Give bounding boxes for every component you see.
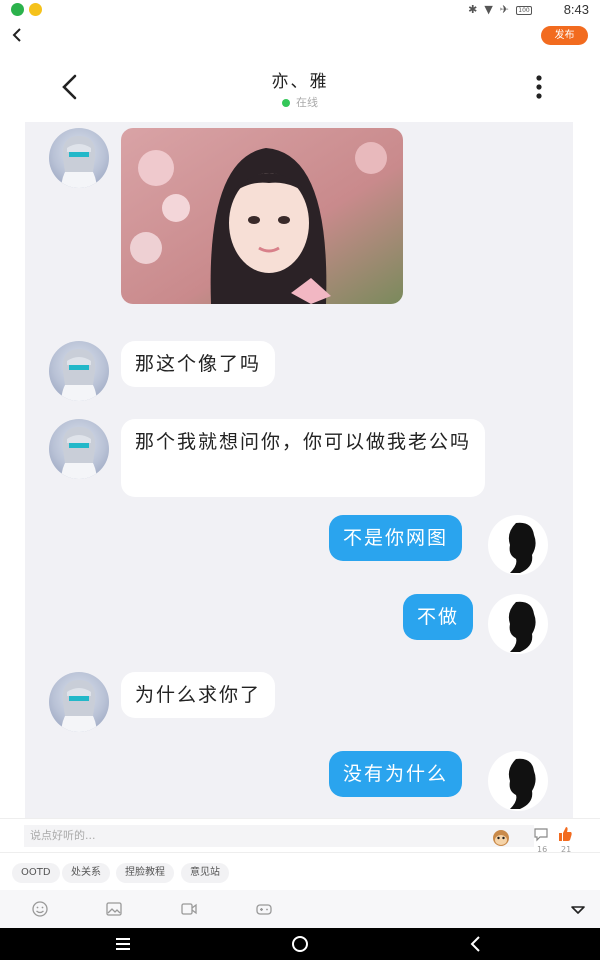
- message-bubble-outgoing: 没有为什么: [329, 751, 463, 797]
- game-icon[interactable]: [255, 900, 273, 918]
- message-bubble-outgoing: 不做: [403, 594, 474, 640]
- message-bubble-incoming: 那这个像了吗: [121, 341, 276, 387]
- tag-feedback[interactable]: 意见站: [181, 863, 229, 883]
- contact-avatar: [49, 341, 109, 401]
- image-icon[interactable]: [105, 900, 123, 918]
- bluetooth-icon: ✱: [468, 3, 478, 16]
- shared-photo: [121, 128, 403, 304]
- comment-input[interactable]: 说点好听的...: [24, 825, 534, 847]
- more-options-icon: [536, 75, 542, 99]
- clock: 8:43: [563, 2, 589, 17]
- publish-button[interactable]: 发布: [541, 26, 588, 45]
- comment-icon[interactable]: [533, 826, 549, 842]
- post-top-bar: 发布: [0, 20, 600, 52]
- contact-avatar: [49, 128, 109, 188]
- tag-face-tutorial[interactable]: 捏脸教程: [116, 863, 174, 883]
- airplane-icon: ✈: [499, 3, 509, 16]
- topic-tags: OOTD 处关系 捏脸教程 意见站: [0, 852, 600, 890]
- wifi-icon: ▼: [484, 3, 493, 16]
- system-navigation-bar: [0, 928, 600, 960]
- status-label: 在线: [296, 96, 318, 109]
- status-bar: ✱ ▼ ✈ 100 8:43: [0, 0, 600, 20]
- system-icons: ✱ ▼ ✈ 100: [468, 3, 532, 17]
- home-icon[interactable]: [290, 934, 310, 954]
- portrait-photo: [121, 128, 403, 304]
- back-icon[interactable]: [8, 25, 28, 45]
- tag-ootd[interactable]: OOTD: [12, 863, 60, 883]
- comment-bar: 说点好听的... 16 21: [0, 818, 600, 854]
- like-icon[interactable]: [557, 826, 573, 842]
- emoji-icon[interactable]: [31, 900, 49, 918]
- chat-body: 那这个像了吗 那个我就想问你，你可以做我老公吗 不是你网图 不做 为什么求你了 …: [25, 122, 573, 818]
- back-nav-icon[interactable]: [466, 934, 486, 954]
- online-dot-icon: [282, 99, 290, 107]
- battery-icon: 100: [516, 5, 532, 15]
- contact-avatar: [49, 419, 109, 479]
- message-bubble-incoming: 为什么求你了: [121, 672, 276, 718]
- silhouette-avatar-icon: [508, 758, 536, 809]
- silhouette-avatar-icon: [508, 601, 536, 652]
- message-bubble-outgoing: 不是你网图: [329, 515, 463, 561]
- menu-icon[interactable]: [113, 934, 133, 954]
- user-avatar: [488, 751, 548, 811]
- collapse-keyboard-icon[interactable]: [569, 901, 587, 919]
- anime-avatar-icon: [61, 136, 97, 188]
- contact-avatar: [49, 672, 109, 732]
- anime-avatar-icon: [61, 680, 97, 732]
- app-notification-icon: [29, 3, 42, 16]
- post-image: 亦、雅 在线 那这个像了吗 那个我就想问你，你可以做我老公吗 不是你网图 不做 …: [0, 52, 600, 818]
- anime-avatar-icon: [61, 427, 97, 479]
- message-bubble-incoming: 那个我就想问你，你可以做我老公吗: [121, 419, 485, 497]
- monkey-emoji-icon[interactable]: [490, 827, 512, 847]
- chat-header: 亦、雅 在线: [0, 52, 600, 122]
- video-icon[interactable]: [180, 900, 198, 918]
- chat-contact-name: 亦、雅: [271, 72, 329, 92]
- wechat-notification-icon: [11, 3, 24, 16]
- chat-online-status: 在线: [0, 94, 600, 110]
- user-avatar: [488, 515, 548, 575]
- input-toolbar: [0, 890, 600, 928]
- tag-relationship[interactable]: 处关系: [62, 863, 110, 883]
- user-avatar: [488, 594, 548, 654]
- anime-avatar-icon: [61, 349, 97, 401]
- silhouette-avatar-icon: [508, 522, 536, 573]
